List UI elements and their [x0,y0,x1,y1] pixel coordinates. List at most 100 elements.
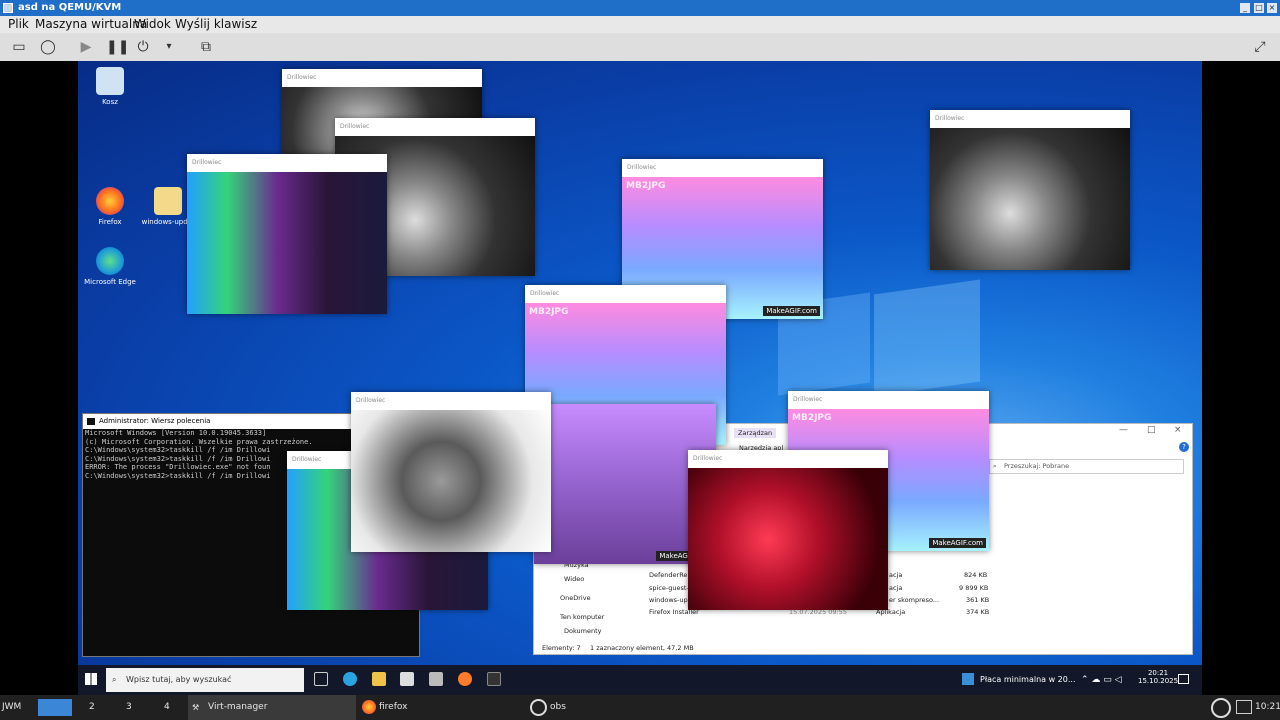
search-placeholder: Przeszukaj: Pobrane [1004,462,1070,470]
details-lightbulb-icon[interactable]: ◯ [39,39,57,55]
news-icon[interactable] [962,673,974,685]
guest-taskbar: ⌕ Wpisz tutaj, aby wyszukać Płaca minima… [78,665,1202,695]
popup-title: Drillowiec [351,392,551,410]
guest-search-box[interactable]: ⌕ Wpisz tutaj, aby wyszukać [106,668,304,692]
firefox-icon [362,700,376,714]
popup-title: Drillowiec [335,118,535,136]
menu-widok[interactable]: Widok [134,16,171,33]
menu-wyslij-klawisz[interactable]: Wyślij klawisz [175,16,257,33]
menubar: Plik Maszyna wirtualna Widok Wyślij klaw… [0,16,1280,33]
ribbon-tab-manage[interactable]: Zarządzan [734,428,777,438]
nav-item-onedrive[interactable]: OneDrive [560,594,591,602]
task-label: obs [550,702,566,712]
notification-icon[interactable] [1178,674,1189,684]
explorer-search-input[interactable]: ⌕ Przeszukaj: Pobrane [989,459,1184,474]
nav-item-this-pc[interactable]: Ten komputer [560,613,604,621]
status-item-count: Elementy: 7 [542,644,581,652]
desktop-1-button[interactable] [38,699,72,716]
guest-display[interactable]: Kosz Firefox windows-upd... Microsoft Ed… [78,61,1202,695]
news-ticker[interactable]: Płaca minimalna w 20... [980,665,1075,695]
task-label: Virt-manager [208,702,268,712]
folder-icon [154,187,182,215]
window-titlebar[interactable]: asd na QEMU/KVM _ □ × [0,0,1280,16]
window-title: asd na QEMU/KVM [18,2,122,13]
guest-date: 15.10.2025 [1138,677,1179,685]
popup-tag: MB2JPG [792,413,832,423]
file-explorer-icon[interactable] [372,672,386,686]
explorer-close-button[interactable]: × [1174,425,1182,435]
nav-item-video[interactable]: Wideo [564,575,584,583]
file-size: 374 KB [966,608,990,616]
desktop-icon-label: Firefox [98,218,122,226]
help-icon[interactable]: ? [1179,442,1189,452]
recycle-bin-icon [96,67,124,95]
watermark: MakeAGIF.com [929,538,986,548]
maximize-button[interactable]: □ [1254,3,1264,13]
popup-window[interactable]: Drillowiec [351,392,551,552]
mail-icon[interactable] [429,672,443,686]
popup-title: Drillowiec [525,285,726,303]
file-size: 9 899 KB [959,584,989,592]
watermark: MakeAGIF.com [763,306,820,316]
task-view-icon[interactable] [314,672,328,686]
system-tray-icons[interactable]: ⌃ ☁ ▭ ◁ [1081,665,1122,695]
power-icon[interactable]: ⏻ [134,39,152,55]
desktop-icon-edge[interactable]: Microsoft Edge [80,247,140,286]
popup-tag: MB2JPG [529,307,569,317]
jwm-menu-button[interactable]: JWM [2,695,32,720]
close-button[interactable]: × [1267,3,1277,13]
file-row[interactable]: DefenderRe [649,571,687,579]
desktop-icon-recycle-bin[interactable]: Kosz [80,67,140,106]
file-row[interactable]: windows-up [649,596,688,604]
task-obs[interactable]: obs [530,695,698,720]
desktop-4-button[interactable]: 4 [164,695,184,720]
desktop-icon-firefox[interactable]: Firefox [80,187,140,226]
fullscreen-icon[interactable]: ⤢ [1251,39,1269,55]
run-icon[interactable]: ▶ [77,39,95,55]
menu-maszyna-wirtualna[interactable]: Maszyna wirtualna [35,16,147,33]
firefox-icon[interactable] [458,672,472,686]
desktop-3-button[interactable]: 3 [126,695,146,720]
app-icon [3,3,13,13]
popup-gif [187,172,387,314]
snapshots-icon[interactable]: ⧉ [197,39,215,55]
popup-gif [930,128,1130,270]
windows-start-icon[interactable] [85,673,97,685]
explorer-maximize-button[interactable]: □ [1147,425,1156,435]
explorer-minimize-button[interactable]: — [1119,425,1128,435]
popup-window[interactable]: Drillowiec [930,110,1130,270]
store-icon[interactable] [400,672,414,686]
popup-window[interactable]: Drillowiec [688,450,888,610]
popup-title: Drillowiec [688,450,888,468]
toolbar: ▭ ◯ ▶ ❚❚ ⏻ ▾ ⧉ ⤢ [0,33,1280,61]
console-view-icon[interactable]: ▭ [10,39,28,55]
obs-tray-icon[interactable] [1211,698,1231,718]
file-type: acja [889,584,903,592]
firefox-icon [96,187,124,215]
edge-icon[interactable] [343,672,357,686]
popup-window[interactable]: Drillowiec [187,154,387,314]
popup-tag: MB2JPG [626,181,666,191]
file-size: 361 KB [966,596,990,604]
file-row[interactable]: spice-guest- [649,584,689,592]
file-size: 824 KB [964,571,988,579]
nav-item-documents[interactable]: Dokumenty [564,627,602,635]
task-firefox[interactable]: firefox [360,695,528,720]
network-tray-icon[interactable] [1236,700,1252,714]
pause-icon[interactable]: ❚❚ [106,39,129,55]
guest-clock[interactable]: 20:21 15.10.2025 [1138,669,1178,685]
popup-title: Drillowiec [930,110,1130,128]
minimize-button[interactable]: _ [1240,3,1250,13]
edge-icon [96,247,124,275]
file-type: er skompreso... [889,596,940,604]
desktop-icon-label: Microsoft Edge [84,278,136,286]
desktop-icon-label: Kosz [102,98,118,106]
menu-plik[interactable]: Plik [8,16,29,33]
task-label: firefox [379,702,408,712]
windows-logo-pane [874,279,980,397]
desktop-2-button[interactable]: 2 [89,695,109,720]
host-clock: 10:21 [1255,702,1280,712]
power-dropdown-chevron-icon[interactable]: ▾ [160,39,178,55]
task-virt-manager[interactable]: ⚒ Virt-manager [188,695,356,720]
cmd-taskbar-icon[interactable] [487,672,501,686]
